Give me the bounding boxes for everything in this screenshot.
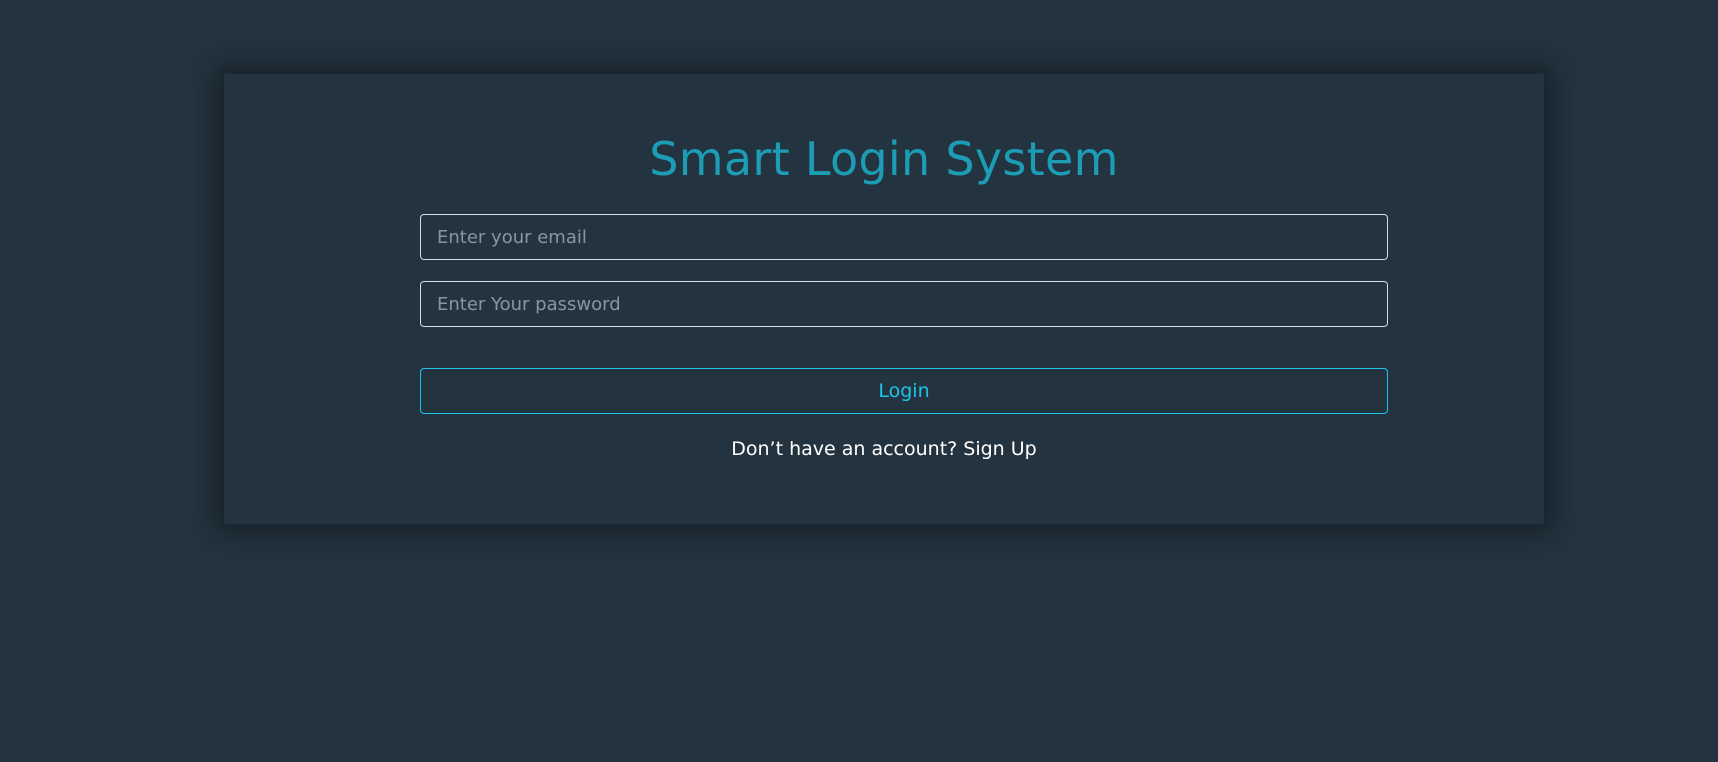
login-card: Smart Login System Login Don’t have an a…	[224, 74, 1544, 524]
signup-prompt-line: Don’t have an account? Sign Up	[224, 438, 1544, 460]
email-input[interactable]	[420, 214, 1388, 260]
signup-link[interactable]: Sign Up	[963, 438, 1036, 460]
password-input[interactable]	[420, 281, 1388, 327]
signup-prompt-text: Don’t have an account?	[731, 438, 964, 460]
login-button[interactable]: Login	[420, 368, 1388, 414]
page-title: Smart Login System	[649, 132, 1119, 186]
